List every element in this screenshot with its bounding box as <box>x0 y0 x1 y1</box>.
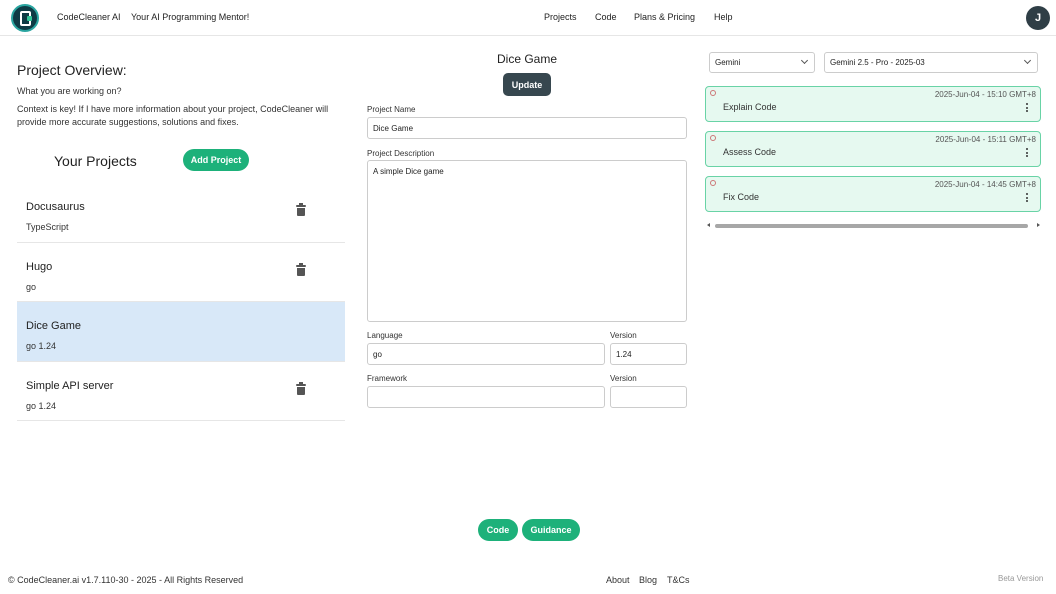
horizontal-scrollbar[interactable] <box>707 222 1040 229</box>
language-label: Language <box>367 331 403 340</box>
provider-select-value: Gemini <box>715 58 741 67</box>
context-description: Context is key! If I have more informati… <box>17 104 329 127</box>
more-options-icon[interactable] <box>1026 193 1028 202</box>
guidance-button[interactable]: Guidance <box>522 519 580 541</box>
project-description-textarea[interactable]: A simple Dice game <box>367 160 687 322</box>
footer-link-tcs[interactable]: T&Cs <box>667 575 690 585</box>
project-name: Simple API server <box>26 379 114 392</box>
project-name: Hugo <box>26 260 53 273</box>
version-label: Version <box>610 331 637 340</box>
framework-version-label: Version <box>610 374 637 383</box>
model-select[interactable]: Gemini 2.5 - Pro - 2025-03 <box>824 52 1038 73</box>
project-language: go 1.24 <box>26 400 57 411</box>
project-language: TypeScript <box>26 222 69 232</box>
footer-link-blog[interactable]: Blog <box>639 575 657 585</box>
chevron-down-icon <box>1023 56 1032 65</box>
session-card-fix-code[interactable]: 2025-Jun-04 - 14:45 GMT+8 Fix Code <box>705 176 1041 212</box>
nav-plans-pricing[interactable]: Plans & Pricing <box>634 12 695 22</box>
session-title: Fix Code <box>723 192 760 202</box>
add-project-button[interactable]: Add Project <box>183 149 249 171</box>
project-item-dice-game[interactable]: Dice Game go 1.24 <box>17 302 345 362</box>
nav-help[interactable]: Help <box>714 12 733 22</box>
session-timestamp: 2025-Jun-04 - 15:10 GMT+8 <box>934 90 1036 99</box>
session-status-icon <box>710 90 716 96</box>
scroll-left-arrow-icon[interactable] <box>707 223 710 227</box>
framework-label: Framework <box>367 374 408 383</box>
framework-version-input[interactable] <box>610 386 687 408</box>
user-avatar[interactable]: J <box>1026 6 1050 30</box>
top-navbar: CodeCleaner AI Your AI Programming Mento… <box>0 0 1056 36</box>
session-status-icon <box>710 180 716 186</box>
scrollbar-thumb[interactable] <box>715 224 1028 228</box>
more-options-icon[interactable] <box>1026 103 1028 112</box>
scroll-right-arrow-icon[interactable] <box>1037 223 1040 227</box>
codecleaner-logo-icon[interactable] <box>11 4 39 32</box>
project-list: Docusaurus TypeScript Hugo go Dice Game … <box>17 183 345 421</box>
model-select-value: Gemini 2.5 - Pro - 2025-03 <box>830 58 925 67</box>
project-language: go 1.24 <box>26 341 57 351</box>
more-options-icon[interactable] <box>1026 148 1028 157</box>
project-name-input[interactable] <box>367 117 687 139</box>
context-question: What you are working on? <box>17 86 122 96</box>
brand-name[interactable]: CodeCleaner AI <box>57 12 121 22</box>
session-timestamp: 2025-Jun-04 - 15:11 GMT+8 <box>935 135 1036 144</box>
brand-tagline: Your AI Programming Mentor! <box>131 12 250 22</box>
footer-copyright: © CodeCleaner.ai v1.7.110-30 - 2025 - Al… <box>8 575 244 585</box>
project-item-hugo[interactable]: Hugo go <box>17 243 345 302</box>
session-card-explain-code[interactable]: 2025-Jun-04 - 15:10 GMT+8 Explain Code <box>705 86 1041 122</box>
nav-code[interactable]: Code <box>595 12 617 22</box>
code-button[interactable]: Code <box>478 519 518 541</box>
delete-trash-icon[interactable] <box>296 381 306 395</box>
project-description-label: Project Description <box>367 149 435 158</box>
session-status-icon <box>710 135 716 141</box>
delete-trash-icon[interactable] <box>296 262 306 276</box>
project-name: Docusaurus <box>26 201 85 213</box>
project-name-label: Project Name <box>367 105 416 114</box>
session-title: Assess Code <box>723 147 777 157</box>
project-language: go <box>26 281 37 292</box>
provider-select[interactable]: Gemini <box>709 52 815 73</box>
project-item-docusaurus[interactable]: Docusaurus TypeScript <box>17 183 345 243</box>
session-card-assess-code[interactable]: 2025-Jun-04 - 15:11 GMT+8 Assess Code <box>705 131 1041 167</box>
your-projects-heading: Your Projects <box>54 153 137 169</box>
session-title: Explain Code <box>723 102 777 112</box>
selected-project-title: Dice Game <box>496 52 558 66</box>
project-overview-title: Project Overview: <box>17 62 127 78</box>
project-name: Dice Game <box>26 320 82 332</box>
chevron-down-icon <box>800 56 809 65</box>
delete-trash-icon[interactable] <box>296 203 306 216</box>
framework-input[interactable] <box>367 386 605 408</box>
update-button[interactable]: Update <box>503 73 551 96</box>
nav-projects[interactable]: Projects <box>544 12 577 22</box>
version-input[interactable] <box>610 343 687 365</box>
project-item-simple-api-server[interactable]: Simple API server go 1.24 <box>17 362 345 421</box>
footer-link-about[interactable]: About <box>606 575 630 585</box>
beta-version-label: Beta Version <box>998 574 1044 583</box>
language-input[interactable] <box>367 343 605 365</box>
session-timestamp: 2025-Jun-04 - 14:45 GMT+8 <box>934 180 1036 189</box>
